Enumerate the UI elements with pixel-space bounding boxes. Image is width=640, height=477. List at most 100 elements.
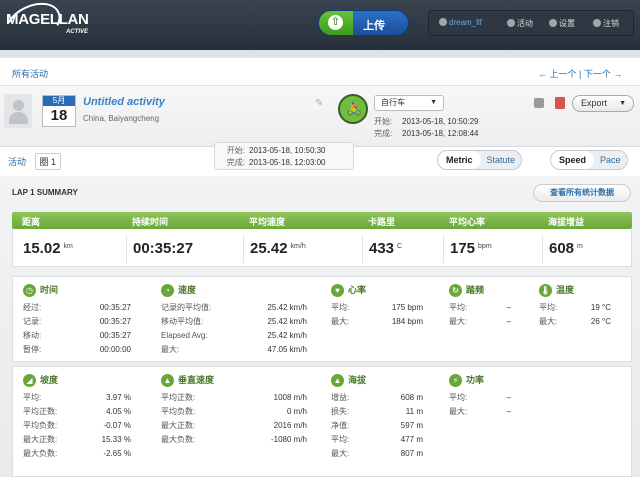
all-stats-button[interactable]: 查看所有统计数据: [533, 184, 631, 202]
settings-label: 设置: [559, 19, 575, 28]
logout-label: 注销: [603, 19, 619, 28]
settings-link[interactable]: 设置: [549, 18, 575, 29]
magellan-logo[interactable]: MAGELLAN ACTIVE: [0, 0, 89, 54]
user-link[interactable]: dream_llf: [439, 18, 482, 27]
trash-icon[interactable]: [555, 97, 565, 109]
stat-row: 增益: 608 m: [331, 391, 423, 405]
stat-value: –: [506, 317, 511, 326]
lap-times: 开始: 2013-05-18, 10:50:30 完成: 2013-05-18, 1…: [214, 142, 354, 170]
speed-option[interactable]: Speed: [551, 151, 595, 169]
tab-activity[interactable]: 活动: [8, 157, 26, 167]
stat-label: 最大:: [331, 449, 350, 458]
start-label: 开始:: [374, 117, 393, 126]
stat-value: 25.42 km/h: [267, 317, 307, 326]
top-bar: MAGELLAN ACTIVE ⇧ 上传 dream_llf 活动 设置 注销: [0, 0, 640, 54]
stat-label: 平均:: [539, 303, 558, 312]
summary-value: 433 C: [369, 240, 402, 257]
stat-label: 最大负数:: [23, 449, 58, 458]
thermometer-icon: 🌡: [539, 284, 552, 297]
stat-value: 608 m: [400, 393, 423, 402]
stat-value: 807 m: [400, 449, 423, 458]
stat-label: 最大正数:: [23, 435, 58, 444]
section-title-text: 温度: [556, 285, 575, 295]
chevron-down-icon: ▼: [619, 100, 626, 107]
mountain-icon: ▲: [161, 374, 174, 387]
speedometer-icon: ◔: [161, 284, 174, 297]
prev-next-pager[interactable]: ← 上一个 | 下一个 →: [538, 67, 622, 80]
stat-row: 净值: 597 m: [331, 419, 423, 433]
summary-value-row: 15.02 km 00:35:27 25.42 km/h 433 C 175 bpm 608 m: [12, 229, 632, 267]
stat-row: 记录的平均值: 25.42 km/h: [161, 301, 307, 315]
summary-unit: km/h: [290, 243, 306, 250]
stat-row: 最大: 184 bpm: [331, 315, 423, 329]
stats-section: ◢ 坡度 平均: 3.97 % 平均正数: 4.05 % 平均负数: -0.07 % 最大正数:…: [23, 373, 131, 461]
stat-label: 损失:: [331, 407, 350, 416]
stats-section: ♥ 心率 平均: 175 bpm 最大: 184 bpm: [331, 283, 423, 329]
stat-row: Elapsed Avg: 25.42 km/h: [161, 329, 307, 343]
lap-start-label: 开始:: [226, 146, 245, 155]
logout-link[interactable]: 注销: [593, 18, 619, 29]
user-icon: [439, 18, 447, 26]
power-icon: ⚡: [449, 374, 462, 387]
stat-label: Elapsed Avg:: [161, 331, 208, 340]
stat-row: 平均正数: 1008 m/h: [161, 391, 307, 405]
export-select[interactable]: Export ▼: [572, 95, 634, 112]
stat-row: 平均正数: 4.05 %: [23, 405, 131, 419]
summary-header: 卡路里: [368, 217, 396, 227]
chevron-down-icon: ▼: [430, 99, 437, 106]
stat-value: 26 °C: [590, 317, 611, 326]
activity-title[interactable]: Untitled activity: [83, 96, 165, 108]
stats-section: 🌡 温度 平均: 19 °C 最大: 26 °C: [539, 283, 611, 329]
stat-label: 经过:: [23, 303, 42, 312]
stat-label: 最大:: [161, 345, 180, 354]
summary-number: 15.02: [23, 240, 61, 257]
stats-section: ◷ 时间 经过: 00:35:27 记录: 00:35:27 移动: 00:35:27 暂停: 0…: [23, 283, 131, 357]
tab-lap-1[interactable]: 圈 1: [34, 153, 62, 170]
lock-icon[interactable]: [534, 98, 544, 108]
section-title-text: 垂直速度: [178, 375, 215, 385]
sport-value: 自行车: [381, 98, 405, 107]
activity-link-label: 活动: [517, 19, 533, 28]
stat-label: 平均:: [23, 393, 42, 402]
pencil-icon[interactable]: ✎: [315, 98, 323, 109]
summary-unit: bpm: [478, 243, 492, 250]
pace-option[interactable]: Pace: [594, 151, 627, 169]
activity-times: 开始: 2013-05-18, 10:50:29 完成: 2013-05-18, 1…: [374, 116, 479, 140]
stat-row: 移动平均值: 25.42 km/h: [161, 315, 307, 329]
stat-row: 最大正数: 15.33 %: [23, 433, 131, 447]
upload-button[interactable]: ⇧ 上传: [318, 10, 409, 36]
summary-header: 持续时间: [132, 217, 169, 227]
lap-start-time: 2013-05-18, 10:50:30: [249, 146, 326, 155]
statute-option[interactable]: Statute: [481, 151, 522, 169]
section-title: ◔ 速度: [161, 283, 307, 297]
stat-label: 最大负数:: [161, 435, 196, 444]
stat-row: 平均负数: 0 m/h: [161, 405, 307, 419]
summary-number: 608: [549, 240, 575, 257]
summary-value: 15.02 km: [23, 240, 73, 257]
end-label: 完成:: [374, 129, 393, 138]
stat-value: 15.33 %: [101, 435, 131, 444]
stats-block-1: ◷ 时间 经过: 00:35:27 记录: 00:35:27 移动: 00:35:27 暂停: 0…: [12, 276, 632, 362]
stat-value: –: [506, 303, 511, 312]
altitude-icon: ▲: [331, 374, 344, 387]
metric-option[interactable]: Metric: [438, 151, 481, 169]
summary-number: 00:35:27: [133, 240, 194, 257]
sport-select[interactable]: 自行车 ▼: [374, 95, 444, 111]
stat-row: 平均: 3.97 %: [23, 391, 131, 405]
upload-arrow-icon: ⇧: [328, 15, 343, 30]
breadcrumb[interactable]: 所有活动: [12, 67, 48, 80]
stat-row: 最大: 47.05 km/h: [161, 343, 307, 357]
summary-unit: C: [397, 243, 403, 250]
stat-label: 平均正数:: [23, 407, 58, 416]
summary-header: 海拔增益: [548, 217, 585, 227]
stat-row: 移动: 00:35:27: [23, 329, 131, 343]
activity-link[interactable]: 活动: [507, 18, 533, 29]
stat-value: 4.05 %: [106, 407, 131, 416]
stat-label: 最大:: [331, 317, 350, 326]
stat-label: 移动平均值:: [161, 317, 204, 326]
stat-value: –: [506, 407, 511, 416]
stat-label: 最大正数:: [161, 421, 196, 430]
stat-value: -0.07 %: [103, 421, 131, 430]
day: 18: [50, 107, 68, 124]
logo-sub: ACTIVE: [66, 29, 89, 35]
